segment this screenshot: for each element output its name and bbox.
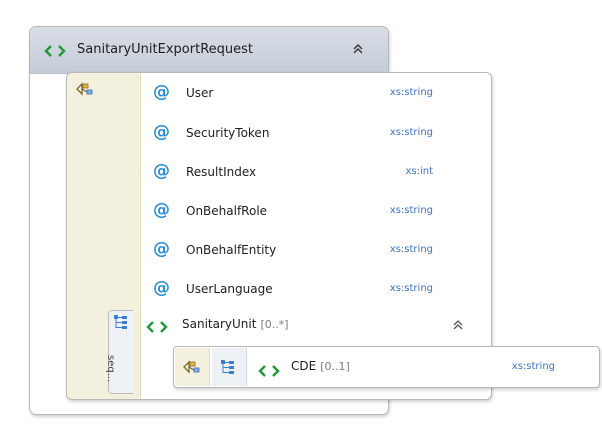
- attribute-type: xs:int: [405, 166, 433, 177]
- element-icon: [258, 363, 280, 382]
- root-element-name: SanitaryUnitExportRequest: [77, 42, 253, 57]
- schema-diagram: SanitaryUnitExportRequest @ User xs:stri…: [0, 0, 602, 429]
- model-group-icon[interactable]: [75, 81, 95, 101]
- attribute-name: User: [186, 86, 214, 100]
- attribute-type: xs:string: [389, 87, 433, 98]
- attribute-icon: @: [153, 82, 170, 102]
- cde-element-box[interactable]: CDE [0..1] xs:string: [173, 346, 600, 388]
- attribute-name: UserLanguage: [186, 282, 273, 296]
- attribute-row[interactable]: @ UserLanguage xs:string: [153, 279, 473, 301]
- attribute-icon: @: [153, 122, 170, 142]
- cde-element-type: xs:string: [511, 361, 555, 372]
- attribute-type: xs:string: [389, 127, 433, 138]
- element-icon: [146, 319, 168, 338]
- attribute-icon: @: [153, 278, 170, 298]
- child-element-row[interactable]: SanitaryUnit [0..*]: [146, 316, 486, 336]
- attribute-row[interactable]: @ OnBehalfRole xs:string: [153, 201, 473, 223]
- attribute-type: xs:string: [389, 283, 433, 294]
- attribute-icon: @: [153, 239, 170, 259]
- attribute-name: SecurityToken: [186, 126, 270, 140]
- tree-icon: [112, 313, 130, 335]
- attribute-type: xs:string: [389, 205, 433, 216]
- cde-element-name: CDE [0..1]: [291, 359, 350, 373]
- model-group-panel[interactable]: [175, 348, 210, 386]
- tree-icon: [219, 358, 237, 380]
- tree-panel[interactable]: [212, 348, 247, 386]
- attribute-type: xs:string: [389, 244, 433, 255]
- attribute-name: OnBehalfEntity: [186, 243, 277, 257]
- attribute-name: OnBehalfRole: [186, 204, 268, 218]
- attribute-row[interactable]: @ SecurityToken xs:string: [153, 123, 473, 145]
- attribute-name: ResultIndex: [186, 165, 257, 179]
- double-chevron-up-icon[interactable]: [350, 41, 366, 57]
- cde-cardinality: [0..1]: [320, 360, 350, 373]
- sequence-tab-label: seq...: [105, 355, 116, 383]
- element-icon: [44, 43, 66, 62]
- double-chevron-up-icon[interactable]: [450, 317, 466, 333]
- attribute-icon: @: [153, 200, 170, 220]
- attribute-row[interactable]: @ User xs:string: [153, 83, 473, 105]
- attribute-icon: @: [153, 161, 170, 181]
- child-element-name: SanitaryUnit [0..*]: [182, 317, 289, 331]
- attribute-row[interactable]: @ ResultIndex xs:int: [153, 162, 473, 184]
- child-cardinality: [0..*]: [260, 318, 289, 331]
- model-group-icon: [182, 359, 202, 379]
- attribute-row[interactable]: @ OnBehalfEntity xs:string: [153, 240, 473, 262]
- root-element-header[interactable]: SanitaryUnitExportRequest: [30, 27, 388, 74]
